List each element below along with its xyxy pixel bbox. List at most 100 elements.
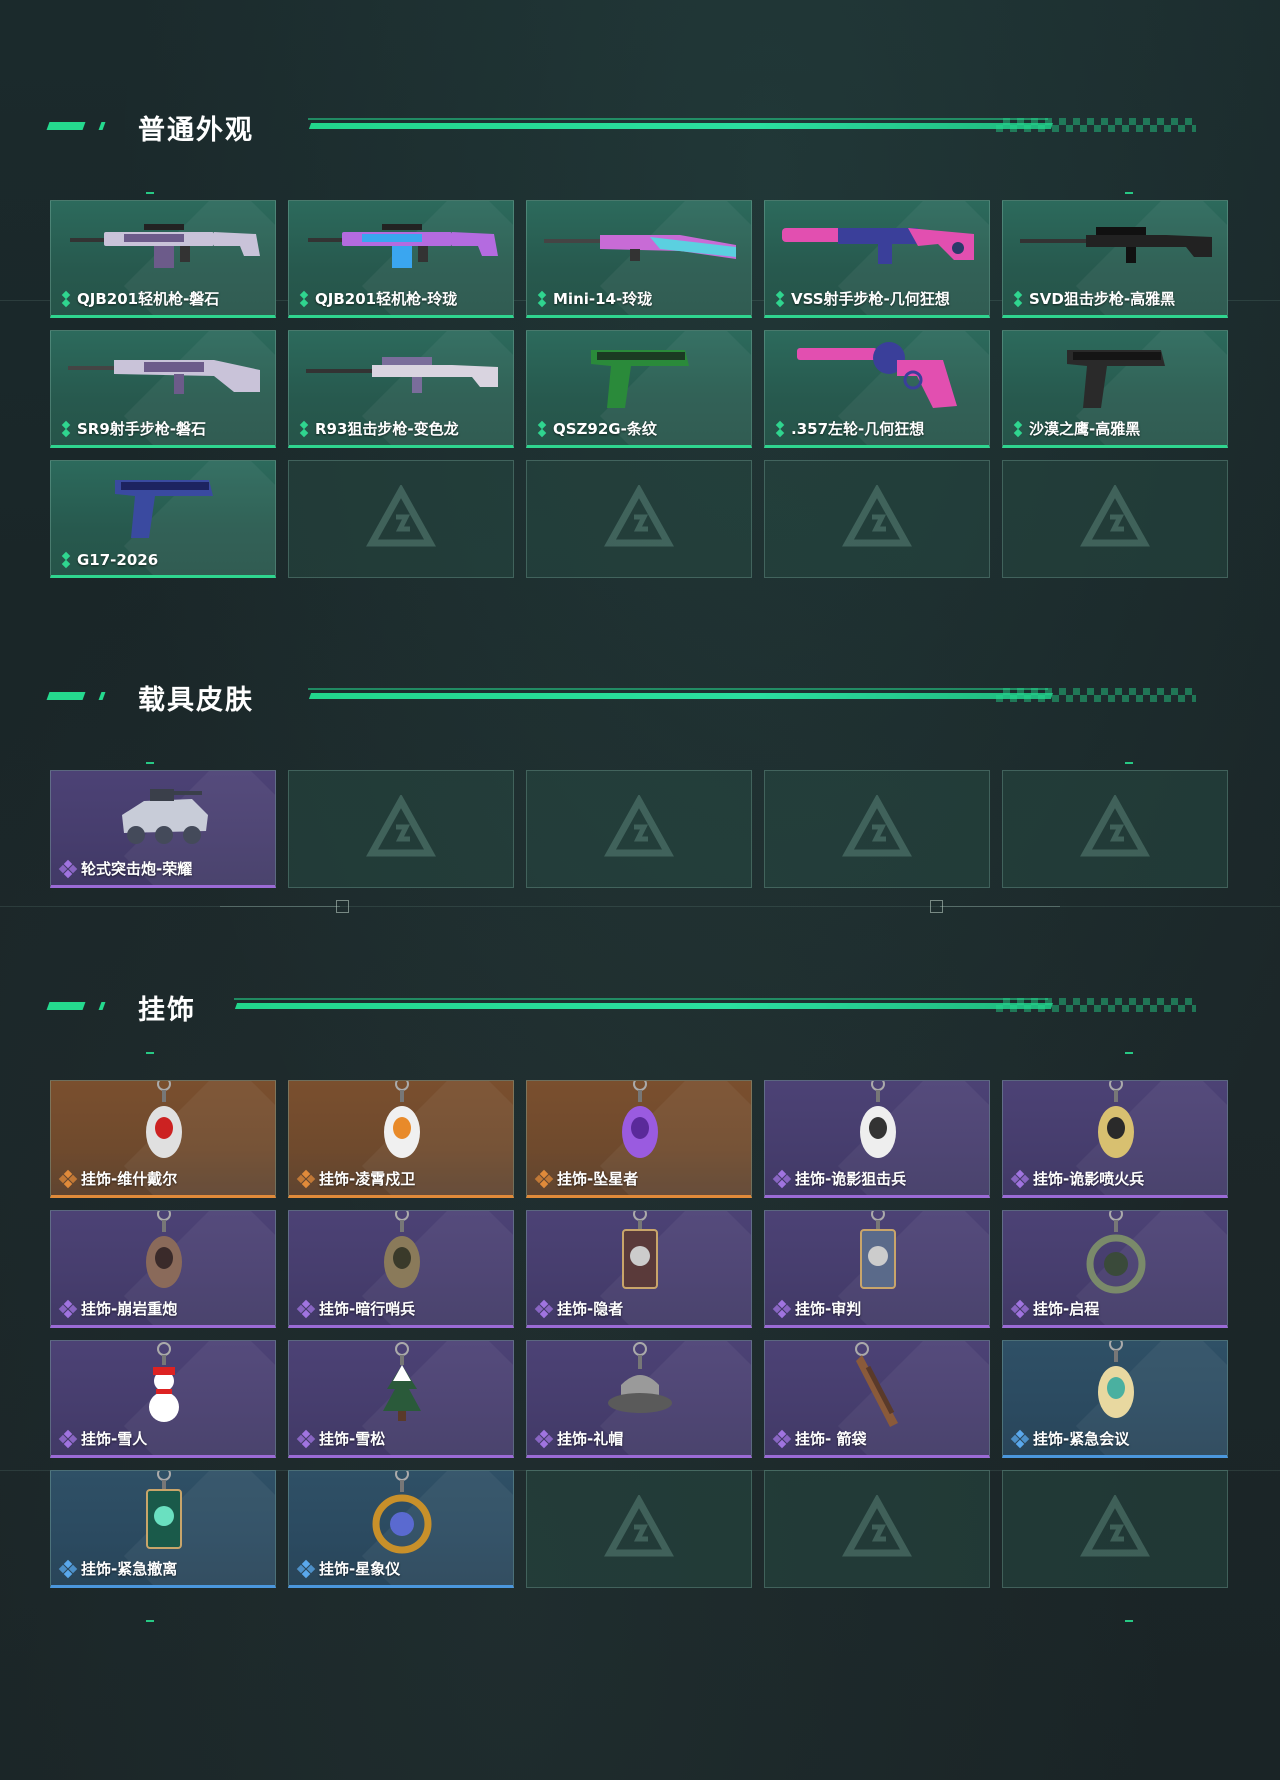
pistol-icon	[527, 331, 751, 421]
item-name: 挂饰-礼帽	[557, 1430, 624, 1448]
header-line	[308, 118, 1048, 120]
corner-mark	[1125, 192, 1133, 194]
item-card[interactable]: 挂饰-诡影喷火兵	[1002, 1080, 1228, 1198]
rarity-icon	[296, 1429, 316, 1448]
item-name: QJB201轻机枪-磐石	[77, 290, 220, 308]
ring-charm-icon	[289, 1471, 513, 1561]
item-card[interactable]: 挂饰-礼帽	[526, 1340, 752, 1458]
item-name: .357左轮-几何狂想	[791, 420, 925, 438]
item-card[interactable]: QJB201轻机枪-磐石	[50, 200, 276, 318]
item-card[interactable]: 挂饰-紧急会议	[1002, 1340, 1228, 1458]
item-label-row: 挂饰-雪人	[58, 1428, 147, 1449]
item-card[interactable]: 挂饰-紧急撤离	[50, 1470, 276, 1588]
item-card[interactable]: .357左轮-几何狂想	[764, 330, 990, 448]
section-header-charm: 挂饰	[46, 988, 1198, 1028]
item-name: 挂饰-维什戴尔	[81, 1170, 178, 1188]
item-label-row: 轮式突击炮-荣耀	[58, 858, 192, 879]
item-card[interactable]: QJB201轻机枪-玲珑	[288, 200, 514, 318]
item-name: 挂饰-审判	[795, 1300, 862, 1318]
header-accent	[98, 122, 106, 130]
charm-icon	[289, 1081, 513, 1171]
item-label-row: VSS射手步枪-几何狂想	[773, 288, 950, 309]
item-name: QJB201轻机枪-玲珑	[315, 290, 458, 308]
item-name: 挂饰-雪松	[319, 1430, 386, 1448]
section-title: 挂饰	[138, 995, 196, 1026]
item-card[interactable]: 挂饰- 箭袋	[764, 1340, 990, 1458]
item-label-row: QJB201轻机枪-磐石	[59, 288, 219, 309]
item-card[interactable]: 沙漠之鹰-高雅黑	[1002, 330, 1228, 448]
section-header-normal: 普通外观	[46, 108, 1198, 148]
logo-watermark-icon	[842, 1493, 912, 1563]
item-card[interactable]: SR9射手步枪-磐石	[50, 330, 276, 448]
charm-icon	[51, 1211, 275, 1301]
item-card[interactable]: 挂饰-星象仪	[288, 1470, 514, 1588]
rifle-icon	[527, 201, 751, 291]
item-card[interactable]: 挂饰-崩岩重炮	[50, 1210, 276, 1328]
item-card[interactable]: 挂饰-坠星者	[526, 1080, 752, 1198]
charm-icon	[527, 1081, 751, 1171]
logo-watermark-icon	[366, 793, 436, 863]
timeline-line	[220, 906, 340, 907]
item-name: 沙漠之鹰-高雅黑	[1029, 420, 1141, 438]
rarity-icon	[535, 420, 549, 437]
header-pattern	[996, 118, 1196, 132]
logo-watermark-icon	[842, 793, 912, 863]
empty-slot	[526, 1470, 752, 1588]
item-name: 挂饰-凌霄戍卫	[319, 1170, 416, 1188]
rarity-icon	[58, 859, 78, 878]
item-label-row: 挂饰-启程	[1010, 1298, 1100, 1319]
header-accent	[46, 122, 86, 130]
item-card[interactable]: Mini-14-玲珑	[526, 200, 752, 318]
section-header-vehicle: 载具皮肤	[46, 678, 1198, 718]
item-name: 挂饰-诡影狙击兵	[795, 1170, 907, 1188]
item-card[interactable]: 挂饰-隐者	[526, 1210, 752, 1328]
item-label-row: .357左轮-几何狂想	[773, 418, 924, 439]
header-line	[308, 688, 1048, 690]
item-card[interactable]: 挂饰-启程	[1002, 1210, 1228, 1328]
sniper-icon	[1003, 201, 1227, 291]
marksman-icon	[51, 331, 275, 421]
item-card[interactable]: SVD狙击步枪-高雅黑	[1002, 200, 1228, 318]
item-card[interactable]: QSZ92G-条纹	[526, 330, 752, 448]
logo-watermark-icon	[604, 483, 674, 553]
rarity-icon	[1010, 1299, 1030, 1318]
item-card[interactable]: R93狙击步枪-变色龙	[288, 330, 514, 448]
empty-slot	[526, 460, 752, 578]
item-label-row: 挂饰-暗行哨兵	[296, 1298, 415, 1319]
item-label-row: 挂饰-诡影狙击兵	[772, 1168, 907, 1189]
item-label-row: QSZ92G-条纹	[535, 418, 657, 439]
empty-slot	[288, 460, 514, 578]
rarity-icon	[1010, 1169, 1030, 1188]
item-card[interactable]: 轮式突击炮-荣耀	[50, 770, 276, 888]
frame-line	[0, 906, 1280, 907]
rarity-icon	[58, 1169, 78, 1188]
empty-slot	[526, 770, 752, 888]
rarity-icon	[296, 1169, 316, 1188]
item-card[interactable]: G17-2026	[50, 460, 276, 578]
snowman-icon	[51, 1341, 275, 1431]
item-name: 挂饰-紧急会议	[1033, 1430, 1130, 1448]
header-line	[308, 123, 1054, 129]
vehicle-icon	[51, 771, 275, 861]
logo-watermark-icon	[604, 1493, 674, 1563]
lmg-icon	[289, 201, 513, 291]
item-name: R93狙击步枪-变色龙	[315, 420, 459, 438]
section-title: 普通外观	[138, 115, 254, 146]
item-card[interactable]: 挂饰-暗行哨兵	[288, 1210, 514, 1328]
item-label-row: 挂饰-崩岩重炮	[58, 1298, 177, 1319]
item-card[interactable]: 挂饰-雪人	[50, 1340, 276, 1458]
item-card[interactable]: 挂饰-诡影狙击兵	[764, 1080, 990, 1198]
rarity-icon	[773, 290, 787, 307]
header-line	[234, 998, 1048, 1000]
charm-icon	[51, 1081, 275, 1171]
item-card[interactable]: 挂饰-维什戴尔	[50, 1080, 276, 1198]
rarity-icon	[1011, 420, 1025, 437]
rarity-icon	[297, 290, 311, 307]
timeline-line	[940, 906, 1060, 907]
item-card[interactable]: VSS射手步枪-几何狂想	[764, 200, 990, 318]
item-label-row: SVD狙击步枪-高雅黑	[1011, 288, 1175, 309]
item-card[interactable]: 挂饰-审判	[764, 1210, 990, 1328]
item-card[interactable]: 挂饰-雪松	[288, 1340, 514, 1458]
item-card[interactable]: 挂饰-凌霄戍卫	[288, 1080, 514, 1198]
item-name: 挂饰-启程	[1033, 1300, 1100, 1318]
